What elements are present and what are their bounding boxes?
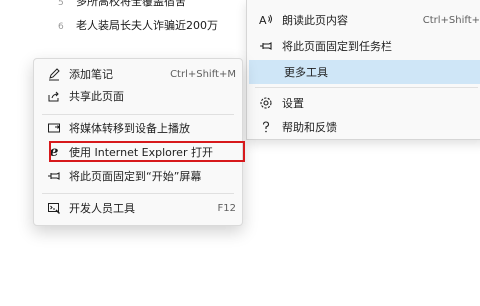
menu-item-label: 将媒体转移到设备上播放 (69, 122, 190, 135)
menu-item-label: 帮助和反馈 (282, 121, 337, 134)
menu-item-help[interactable]: 帮助和反馈 (247, 115, 480, 139)
menu-item-more-tools[interactable]: 更多工具 (249, 60, 480, 84)
news-rank: 6 (58, 22, 64, 32)
news-item[interactable]: 5 多所高校将全覆盖宿舍 (58, 0, 186, 9)
annotation-highlight-box (49, 141, 245, 162)
news-item[interactable]: 6 老人装局长夫人诈骗近200万 (58, 19, 218, 33)
menu-item-label: 更多工具 (284, 66, 328, 79)
menu-item-dev-tools[interactable]: 开发人员工具 F12 (34, 196, 242, 220)
menu-item-cast-media[interactable]: 将媒体转移到设备上播放 (34, 116, 242, 140)
news-rank: 5 (58, 0, 64, 8)
gear-icon (259, 96, 273, 110)
menu-divider (42, 193, 234, 194)
menu-item-label: 设置 (282, 97, 304, 110)
news-title: 老人装局长夫人诈骗近200万 (76, 19, 218, 32)
menu-item-settings[interactable]: 设置 (247, 91, 480, 115)
menu-item-pin-start[interactable]: 将此页面固定到“开始”屏幕 (34, 164, 242, 188)
news-title: 多所高校将全覆盖宿舍 (76, 0, 186, 8)
menu-item-shortcut: Ctrl+Shift+M (170, 68, 236, 80)
menu-item-add-note[interactable]: 添加笔记 Ctrl+Shift+M (34, 62, 242, 86)
menu-item-label: 开发人员工具 (69, 202, 135, 215)
pin-icon (47, 169, 61, 183)
cast-icon (47, 121, 61, 135)
menu-item-label: 添加笔记 (69, 68, 113, 81)
dev-tools-icon (47, 201, 61, 215)
share-icon (47, 89, 61, 103)
menu-divider (42, 114, 234, 115)
more-tools-spacer (261, 65, 275, 79)
menu-divider (255, 87, 478, 88)
menu-item-shortcut: F12 (217, 202, 236, 214)
menu-item-pin-taskbar[interactable]: 将此页面固定到任务栏 (247, 34, 480, 58)
menu-item-label: 将此页面固定到任务栏 (282, 40, 392, 53)
menu-item-label: 朗读此页内容 (282, 14, 348, 27)
menu-item-label: 将此页面固定到“开始”屏幕 (69, 170, 202, 183)
menu-item-read-aloud[interactable]: A 朗读此页内容 Ctrl+Shift+ (247, 8, 480, 32)
menu-item-share[interactable]: 共享此页面 (34, 84, 242, 108)
svg-text:A: A (259, 14, 267, 27)
menu-item-label: 共享此页面 (69, 90, 124, 103)
menu-item-shortcut: Ctrl+Shift+ (422, 14, 480, 26)
question-icon (259, 120, 273, 134)
pen-icon (47, 67, 61, 81)
pin-icon (259, 39, 273, 53)
main-context-menu: A 朗读此页内容 Ctrl+Shift+ 将此页面固定到任务栏 更多工具 设置 (246, 0, 480, 140)
read-aloud-icon: A (259, 13, 273, 27)
